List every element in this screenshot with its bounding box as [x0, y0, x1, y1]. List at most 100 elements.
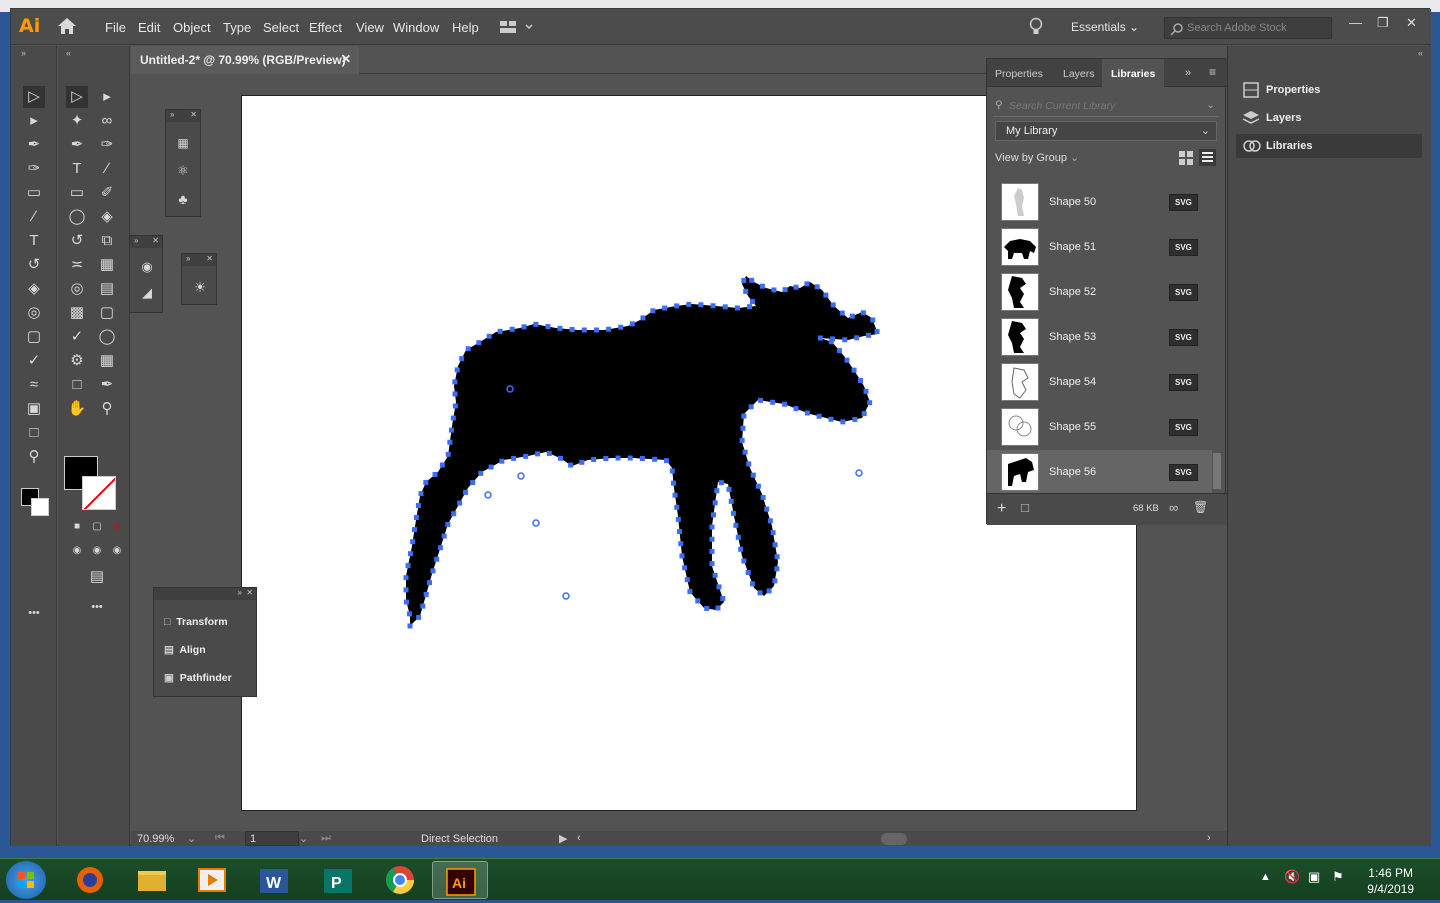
last-artboard-icon[interactable]: ⏭ — [321, 832, 331, 845]
anchor-point[interactable] — [748, 404, 754, 410]
anchor-point[interactable] — [557, 325, 563, 331]
anchor-point[interactable] — [454, 367, 460, 373]
stroke-swatch[interactable] — [31, 498, 49, 516]
anchor-point[interactable] — [407, 551, 413, 557]
anchor-point[interactable] — [434, 556, 440, 562]
shaper-tool-icon[interactable]: ◯ — [66, 206, 88, 228]
anchor-point[interactable] — [629, 321, 635, 327]
anchor-point[interactable] — [682, 565, 688, 571]
anchor-point[interactable] — [766, 588, 772, 594]
anchor-point[interactable] — [594, 327, 600, 333]
menu-view[interactable]: View — [356, 20, 384, 35]
scale-tool-icon[interactable]: ⧉ — [96, 230, 118, 252]
dock-libraries[interactable]: Libraries — [1236, 134, 1422, 158]
first-artboard-icon[interactable]: ⏮ — [215, 832, 225, 845]
anchor-point[interactable] — [695, 598, 701, 604]
color-mode-icon[interactable]: ■ — [66, 516, 88, 538]
anchor-point[interactable] — [851, 367, 857, 373]
anchor-point[interactable] — [745, 569, 751, 575]
maximize-button[interactable]: ❐ — [1377, 15, 1389, 31]
anchor-point[interactable] — [432, 471, 438, 477]
selection-tool-icon[interactable]: ▷ — [66, 86, 88, 108]
magic-wand-icon[interactable]: ✦ — [66, 110, 88, 132]
pen-tool-icon[interactable]: ✒ — [23, 134, 45, 156]
more-tools-icon[interactable]: ••• — [86, 596, 108, 618]
quarter-circle-icon[interactable]: ◢ — [136, 282, 158, 304]
volume-muted-icon[interactable]: 🔇 — [1284, 869, 1300, 885]
trash-icon[interactable]: 🗑 — [1193, 500, 1208, 514]
anchor-point[interactable] — [672, 492, 678, 498]
slice-tool-icon[interactable]: ✒ — [96, 374, 118, 396]
anchor-point[interactable] — [420, 603, 426, 609]
anchor-point[interactable] — [407, 623, 413, 629]
anchor-point[interactable] — [535, 451, 541, 457]
anchor-point[interactable] — [749, 581, 755, 587]
folder-icon[interactable]: □ — [1021, 500, 1029, 515]
club-icon[interactable]: ♣ — [172, 188, 194, 210]
home-icon[interactable] — [57, 17, 79, 37]
anchor-point[interactable] — [844, 357, 850, 363]
anchor-point[interactable] — [669, 468, 675, 474]
anchor-point[interactable] — [698, 302, 704, 308]
anchor-point[interactable] — [782, 401, 788, 407]
flag-icon[interactable]: ⚑ — [1332, 869, 1344, 885]
anchor-point[interactable] — [511, 455, 517, 461]
anchor-point[interactable] — [823, 292, 829, 298]
draw-inside-icon[interactable]: ◉ — [106, 540, 128, 562]
tab-libraries[interactable]: Libraries — [1111, 68, 1155, 80]
library-item[interactable]: Shape 50 SVG — [987, 180, 1212, 225]
anchor-point[interactable] — [486, 333, 492, 339]
anchor-point[interactable] — [557, 455, 563, 461]
selection-tool-icon[interactable]: ▷ — [23, 86, 45, 108]
anchor-point[interactable] — [720, 595, 726, 601]
anchor-point[interactable] — [710, 303, 716, 309]
minimize-button[interactable]: — — [1349, 15, 1362, 30]
close-icon[interactable]: ✕ — [152, 236, 159, 245]
eyedropper-tool-icon[interactable]: ✓ — [66, 326, 88, 348]
anchor-point[interactable] — [675, 516, 681, 522]
chevron-down-icon[interactable]: ⌄ — [1206, 99, 1215, 111]
media-player-icon[interactable] — [184, 861, 240, 899]
anchor-point[interactable] — [418, 491, 424, 497]
anchor-point[interactable] — [403, 575, 409, 581]
anchor-point[interactable] — [545, 324, 551, 330]
anchor-point[interactable] — [499, 458, 505, 464]
library-item[interactable]: Shape 52 SVG — [987, 270, 1212, 315]
expand-icon[interactable]: » — [170, 110, 174, 119]
anchor-point[interactable] — [445, 521, 451, 527]
anchor-point[interactable] — [678, 541, 684, 547]
handle-point[interactable] — [562, 592, 570, 600]
anchor-point[interactable] — [412, 527, 418, 533]
collapse-icon[interactable]: « — [66, 48, 71, 58]
anchor-point[interactable] — [764, 506, 770, 512]
stock-search-input[interactable]: Search Adobe Stock — [1164, 17, 1332, 39]
width-tool-icon[interactable]: ≍ — [66, 254, 88, 276]
anchor-point[interactable] — [774, 554, 780, 560]
arrange-documents-icon[interactable] — [499, 19, 535, 38]
anchor-point[interactable] — [774, 566, 780, 572]
anchor-point[interactable] — [627, 455, 633, 461]
eraser-tool-icon[interactable]: ◈ — [96, 206, 118, 228]
anchor-point[interactable] — [830, 302, 836, 308]
line-tool-icon[interactable]: ∕ — [96, 158, 118, 180]
file-explorer-icon[interactable] — [124, 861, 180, 899]
eraser-tool-icon[interactable]: ◈ — [23, 278, 45, 300]
anchor-point[interactable] — [533, 321, 539, 327]
artboard-tool-icon[interactable]: □ — [23, 422, 45, 444]
anchor-point[interactable] — [726, 486, 732, 492]
zoom-tool-icon[interactable]: ⚲ — [96, 398, 118, 420]
anchor-point[interactable] — [459, 356, 465, 362]
anchor-point[interactable] — [452, 379, 458, 385]
system-clock[interactable]: 1:46 PM 9/4/2019 — [1367, 865, 1414, 897]
anchor-point[interactable] — [718, 480, 724, 486]
tab-layers[interactable]: Layers — [1063, 68, 1095, 80]
collapse-icon[interactable]: « — [1418, 48, 1423, 58]
document-tab[interactable]: Untitled-2* @ 70.99% (RGB/Preview) ✕ — [131, 46, 359, 74]
anchor-point[interactable] — [770, 530, 776, 536]
rotate-tool-icon[interactable]: ↺ — [23, 254, 45, 276]
anchor-point[interactable] — [757, 590, 763, 596]
close-tab-icon[interactable]: ✕ — [341, 52, 351, 66]
anchor-point[interactable] — [712, 572, 718, 578]
gradient-tool-icon[interactable]: ▢ — [23, 326, 45, 348]
close-icon[interactable]: ✕ — [190, 110, 197, 119]
